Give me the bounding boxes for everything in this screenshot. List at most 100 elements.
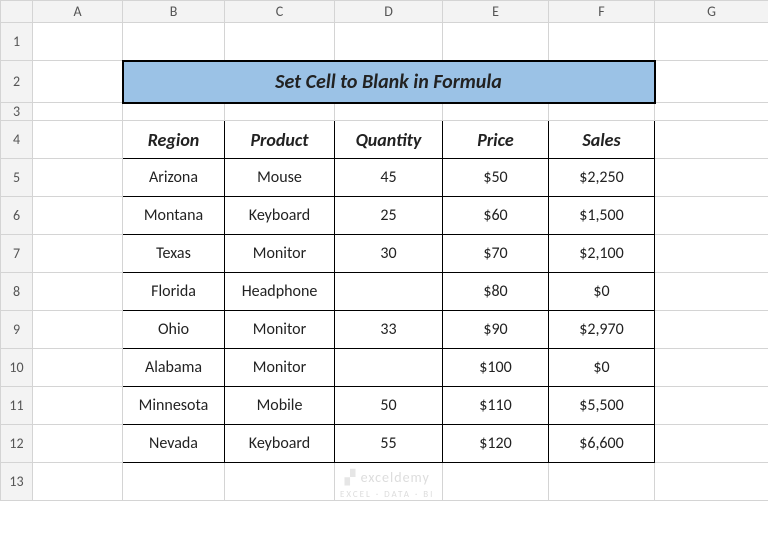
- cell-product[interactable]: Keyboard: [225, 197, 335, 235]
- cell-G3[interactable]: [655, 103, 768, 121]
- cell-product[interactable]: Keyboard: [225, 425, 335, 463]
- cell-F3[interactable]: [549, 103, 655, 121]
- cell-price[interactable]: $80: [443, 273, 549, 311]
- cell-G5[interactable]: [655, 159, 768, 197]
- cell-G4[interactable]: [655, 121, 768, 159]
- spreadsheet-grid[interactable]: A B C D E F G 1 2 Set Cell to Blank in F…: [0, 0, 768, 501]
- cell-E13[interactable]: [443, 463, 549, 501]
- cell-A9[interactable]: [33, 311, 123, 349]
- cell-region[interactable]: Minnesota: [123, 387, 225, 425]
- cell-D1[interactable]: [335, 23, 443, 61]
- header-quantity[interactable]: Quantity: [335, 121, 443, 159]
- cell-region[interactable]: Arizona: [123, 159, 225, 197]
- header-sales[interactable]: Sales: [549, 121, 655, 159]
- cell-D3[interactable]: [335, 103, 443, 121]
- cell-sales[interactable]: $2,250: [549, 159, 655, 197]
- cell-A5[interactable]: [33, 159, 123, 197]
- cell-quantity[interactable]: 25: [335, 197, 443, 235]
- row-header-1[interactable]: 1: [1, 23, 33, 61]
- row-header-10[interactable]: 10: [1, 349, 33, 387]
- cell-sales[interactable]: $2,970: [549, 311, 655, 349]
- cell-G13[interactable]: [655, 463, 768, 501]
- cell-product[interactable]: Monitor: [225, 235, 335, 273]
- cell-price[interactable]: $90: [443, 311, 549, 349]
- cell-C3[interactable]: [225, 103, 335, 121]
- cell-region[interactable]: Alabama: [123, 349, 225, 387]
- cell-F13[interactable]: [549, 463, 655, 501]
- row-header-3[interactable]: 3: [1, 103, 33, 121]
- cell-A10[interactable]: [33, 349, 123, 387]
- cell-A2[interactable]: [33, 61, 123, 103]
- cell-price[interactable]: $110: [443, 387, 549, 425]
- col-header-A[interactable]: A: [33, 1, 123, 23]
- cell-region[interactable]: Nevada: [123, 425, 225, 463]
- cell-B1[interactable]: [123, 23, 225, 61]
- cell-quantity[interactable]: 55: [335, 425, 443, 463]
- cell-quantity[interactable]: [335, 349, 443, 387]
- select-all-corner[interactable]: [1, 1, 33, 23]
- cell-price[interactable]: $70: [443, 235, 549, 273]
- title-cell[interactable]: Set Cell to Blank in Formula: [123, 61, 655, 103]
- cell-A11[interactable]: [33, 387, 123, 425]
- cell-sales[interactable]: $2,100: [549, 235, 655, 273]
- cell-quantity[interactable]: [335, 273, 443, 311]
- col-header-E[interactable]: E: [443, 1, 549, 23]
- cell-G6[interactable]: [655, 197, 768, 235]
- row-header-12[interactable]: 12: [1, 425, 33, 463]
- cell-G10[interactable]: [655, 349, 768, 387]
- col-header-C[interactable]: C: [225, 1, 335, 23]
- cell-price[interactable]: $50: [443, 159, 549, 197]
- col-header-D[interactable]: D: [335, 1, 443, 23]
- cell-A7[interactable]: [33, 235, 123, 273]
- cell-F1[interactable]: [549, 23, 655, 61]
- cell-G9[interactable]: [655, 311, 768, 349]
- cell-region[interactable]: Florida: [123, 273, 225, 311]
- cell-A1[interactable]: [33, 23, 123, 61]
- cell-G12[interactable]: [655, 425, 768, 463]
- cell-E3[interactable]: [443, 103, 549, 121]
- row-header-5[interactable]: 5: [1, 159, 33, 197]
- cell-G11[interactable]: [655, 387, 768, 425]
- cell-sales[interactable]: $1,500: [549, 197, 655, 235]
- cell-quantity[interactable]: 30: [335, 235, 443, 273]
- header-product[interactable]: Product: [225, 121, 335, 159]
- cell-A12[interactable]: [33, 425, 123, 463]
- row-header-7[interactable]: 7: [1, 235, 33, 273]
- row-header-2[interactable]: 2: [1, 61, 33, 103]
- cell-quantity[interactable]: 33: [335, 311, 443, 349]
- row-header-6[interactable]: 6: [1, 197, 33, 235]
- cell-quantity[interactable]: 45: [335, 159, 443, 197]
- cell-quantity[interactable]: 50: [335, 387, 443, 425]
- cell-product[interactable]: Monitor: [225, 349, 335, 387]
- cell-A4[interactable]: [33, 121, 123, 159]
- cell-product[interactable]: Mouse: [225, 159, 335, 197]
- cell-region[interactable]: Montana: [123, 197, 225, 235]
- cell-G8[interactable]: [655, 273, 768, 311]
- col-header-F[interactable]: F: [549, 1, 655, 23]
- cell-region[interactable]: Ohio: [123, 311, 225, 349]
- cell-A8[interactable]: [33, 273, 123, 311]
- cell-D13[interactable]: [335, 463, 443, 501]
- cell-product[interactable]: Monitor: [225, 311, 335, 349]
- cell-A13[interactable]: [33, 463, 123, 501]
- cell-G1[interactable]: [655, 23, 768, 61]
- cell-price[interactable]: $100: [443, 349, 549, 387]
- row-header-8[interactable]: 8: [1, 273, 33, 311]
- cell-B13[interactable]: [123, 463, 225, 501]
- cell-product[interactable]: Mobile: [225, 387, 335, 425]
- cell-A6[interactable]: [33, 197, 123, 235]
- row-header-4[interactable]: 4: [1, 121, 33, 159]
- cell-A3[interactable]: [33, 103, 123, 121]
- cell-C13[interactable]: [225, 463, 335, 501]
- cell-E1[interactable]: [443, 23, 549, 61]
- cell-product[interactable]: Headphone: [225, 273, 335, 311]
- cell-price[interactable]: $60: [443, 197, 549, 235]
- row-header-9[interactable]: 9: [1, 311, 33, 349]
- cell-G2[interactable]: [655, 61, 768, 103]
- header-price[interactable]: Price: [443, 121, 549, 159]
- cell-region[interactable]: Texas: [123, 235, 225, 273]
- col-header-G[interactable]: G: [655, 1, 768, 23]
- row-header-13[interactable]: 13: [1, 463, 33, 501]
- col-header-B[interactable]: B: [123, 1, 225, 23]
- cell-G7[interactable]: [655, 235, 768, 273]
